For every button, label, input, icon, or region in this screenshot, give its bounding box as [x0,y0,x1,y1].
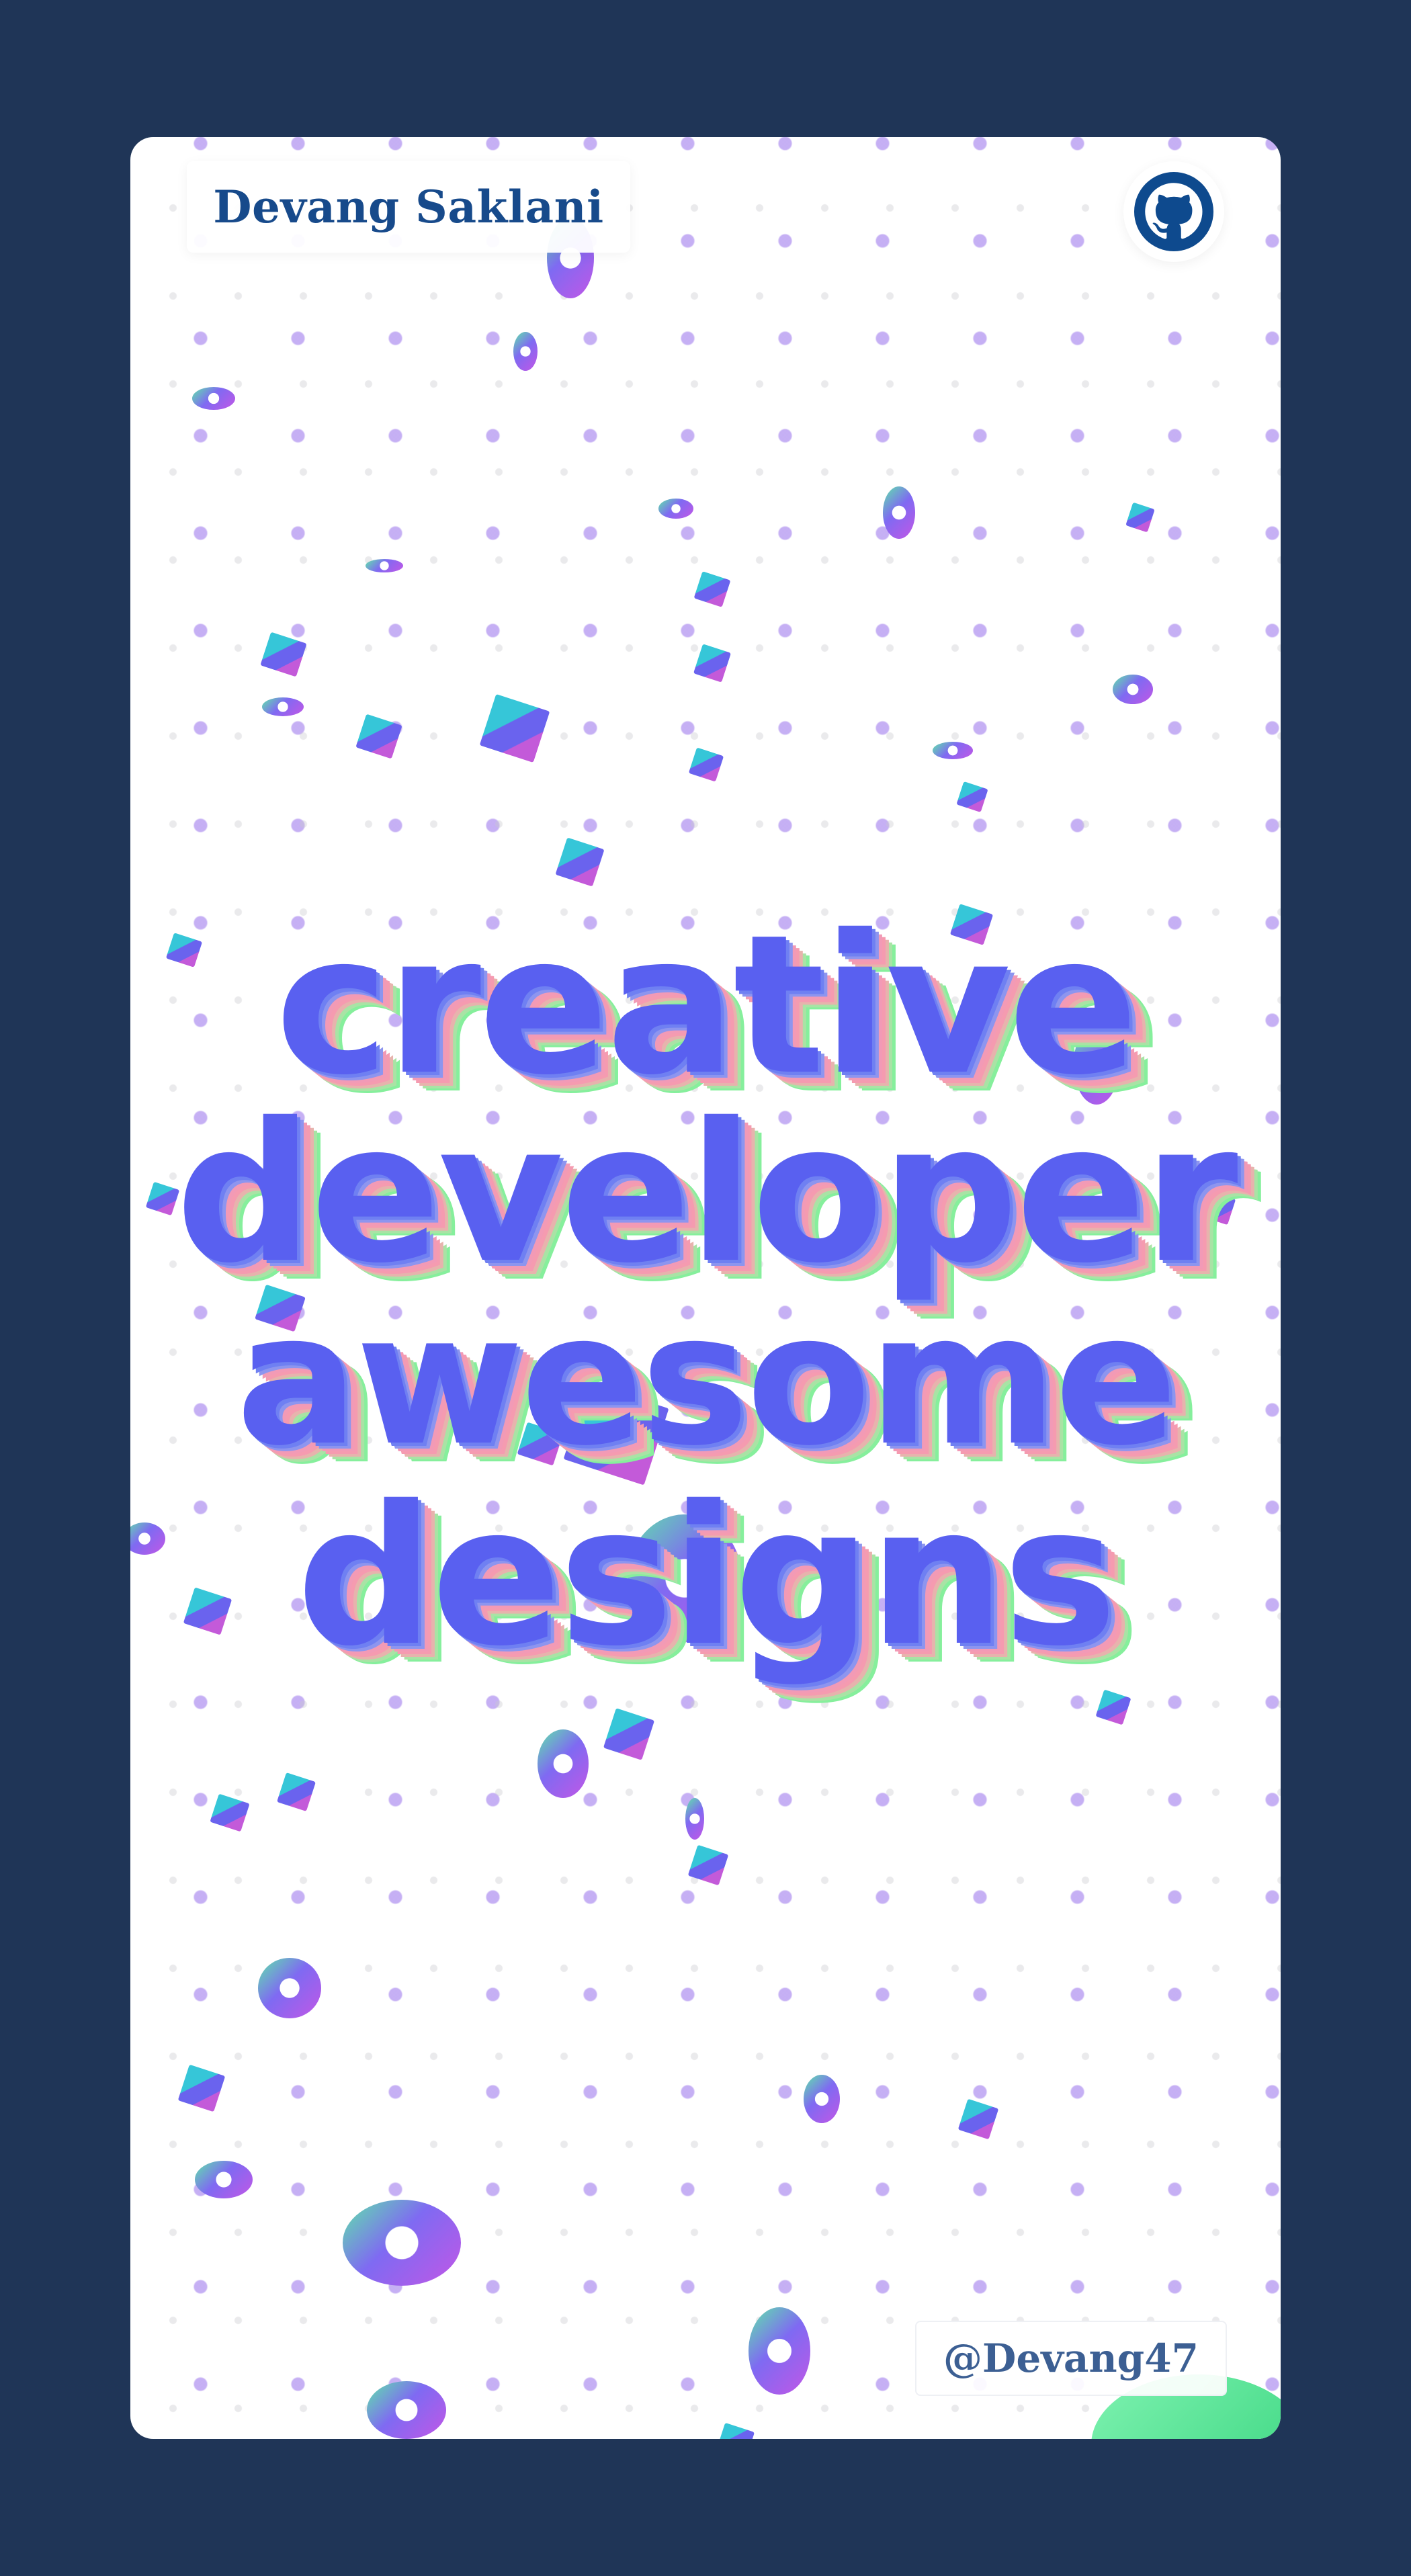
hero-line-designs: designs [296,1465,1117,1688]
hero-line-creative: creative [275,894,1139,1117]
github-icon [1134,172,1213,251]
floating-torus [343,2200,461,2286]
floating-torus [258,1958,321,2018]
hero-line-developer: developer [175,1082,1238,1305]
twitter-handle: @Devang47 [943,2335,1199,2381]
floating-torus [933,742,973,759]
floating-torus [749,2307,810,2395]
hero-line-awesome: awesome [236,1274,1177,1486]
floating-torus [685,1798,704,1840]
brand-name: Devang Saklani [213,181,604,233]
floating-torus [262,697,304,716]
floating-torus [658,499,693,519]
brand-name-box[interactable]: Devang Saklani [187,161,630,253]
twitter-handle-link[interactable]: @Devang47 [915,2321,1227,2396]
floating-torus [538,1729,589,1798]
floating-torus [366,559,403,572]
portfolio-card: creative developer awesome designs Devan… [130,137,1281,2439]
floating-torus [513,332,538,371]
github-link[interactable] [1123,161,1224,262]
floating-torus [195,2161,253,2198]
floating-torus [367,2381,446,2439]
floating-torus [804,2075,840,2123]
floating-torus [883,486,915,539]
floating-torus [192,387,235,410]
floating-torus [1113,675,1153,704]
